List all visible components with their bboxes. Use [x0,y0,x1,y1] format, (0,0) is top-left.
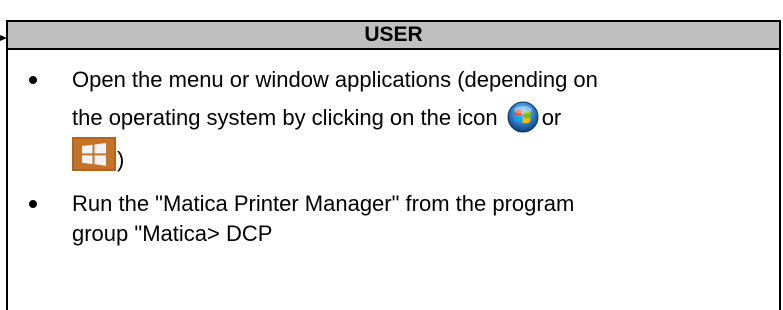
step-text-line-2: group "Matica> DCP [72,221,273,246]
closing-paren: ) [117,147,125,172]
step-text-line-2: the operating system by clicking on the … [72,105,498,130]
instruction-list: Open the menu or window applications (de… [26,61,749,249]
panel-title: USER [8,20,779,50]
windows-7-start-orb-icon [507,101,539,133]
windows-8-tile-icon [72,137,116,171]
bullet-icon [29,76,37,84]
or-text: or [541,105,562,130]
step-text-line-1: Open the menu or window applications (de… [72,67,598,92]
bullet-icon [29,200,37,208]
list-item: Open the menu or window applications (de… [26,61,749,179]
user-instructions-panel: USER Open the menu or window application… [6,20,781,310]
list-item: Run the "Matica Printer Manager" from th… [26,189,749,249]
step-text-line-1: Run the "Matica Printer Manager" from th… [72,191,575,216]
